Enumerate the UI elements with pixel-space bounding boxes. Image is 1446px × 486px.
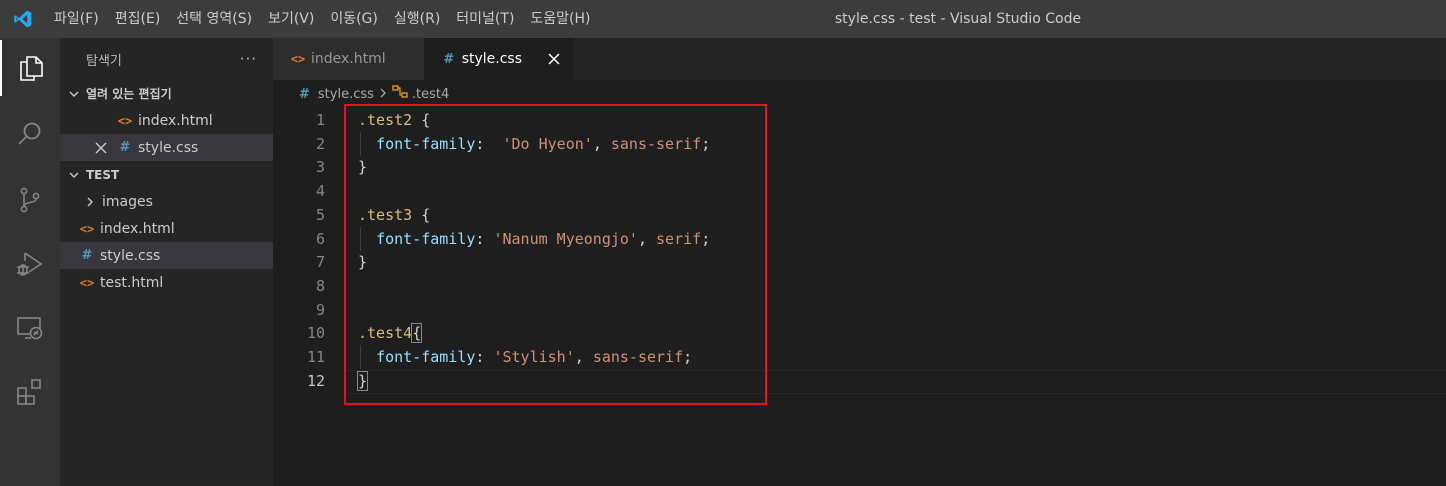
tab-label: index.html bbox=[311, 51, 386, 67]
line-number: 3 bbox=[315, 158, 325, 177]
html-file-icon: <> bbox=[79, 275, 95, 290]
highlight-box bbox=[344, 104, 767, 405]
run-debug-icon[interactable] bbox=[0, 236, 60, 292]
close-icon[interactable] bbox=[92, 142, 110, 154]
tab-index-html[interactable]: <> index.html bbox=[273, 38, 424, 80]
chevron-down-icon bbox=[66, 88, 82, 100]
line-number: 6 bbox=[315, 229, 325, 248]
tree-item-style-css[interactable]: # style.css bbox=[60, 242, 273, 269]
file-label: style.css bbox=[100, 247, 161, 264]
line-number: 7 bbox=[315, 253, 325, 272]
menu-item[interactable]: 편집(E) bbox=[107, 0, 169, 38]
line-number: 1 bbox=[315, 111, 325, 129]
symbol-class-icon bbox=[392, 85, 408, 103]
chevron-right-icon bbox=[378, 87, 388, 102]
file-label: style.css bbox=[138, 139, 199, 156]
line-number: 10 bbox=[306, 324, 325, 343]
project-label: TEST bbox=[86, 167, 120, 182]
source-control-icon[interactable] bbox=[0, 172, 60, 228]
vscode-logo-icon bbox=[0, 0, 46, 38]
html-file-icon: <> bbox=[290, 52, 306, 66]
files-icon[interactable] bbox=[0, 40, 60, 96]
explorer-header: 탐색기 ··· bbox=[60, 38, 273, 80]
file-label: index.html bbox=[138, 112, 213, 129]
line-number: 11 bbox=[306, 348, 325, 366]
html-file-icon: <> bbox=[117, 113, 133, 128]
explorer-sidebar: 탐색기 ··· 열려 있는 편집기 <> index.html # style.… bbox=[60, 38, 273, 486]
open-editors-label: 열려 있는 편집기 bbox=[86, 87, 172, 101]
menu-item[interactable]: 터미널(T) bbox=[448, 0, 522, 38]
open-editor-item-style-css[interactable]: # style.css bbox=[60, 134, 273, 161]
tree-item-images[interactable]: images bbox=[60, 188, 273, 215]
line-number: 8 bbox=[315, 276, 325, 295]
open-editor-item-index-html[interactable]: <> index.html bbox=[60, 107, 273, 134]
menu-item[interactable]: 이동(G) bbox=[322, 0, 386, 38]
menu-item[interactable]: 실행(R) bbox=[386, 0, 448, 38]
menu-bar: 파일(F) 편집(E) 선택 영역(S) 보기(V) 이동(G) 실행(R) 터미널(T) 도… bbox=[46, 0, 599, 38]
close-tab-icon[interactable] bbox=[548, 53, 560, 65]
css-file-icon: # bbox=[119, 140, 131, 155]
search-icon[interactable] bbox=[0, 106, 60, 162]
project-section[interactable]: TEST bbox=[60, 161, 273, 188]
menu-item[interactable]: 선택 영역(S) bbox=[168, 0, 260, 38]
tree-item-index-html[interactable]: <> index.html bbox=[60, 215, 273, 242]
title-bar: 파일(F) 편집(E) 선택 영역(S) 보기(V) 이동(G) 실행(R) 터미널(T) 도… bbox=[0, 0, 1446, 38]
line-number: 4 bbox=[315, 182, 325, 201]
file-label: test.html bbox=[100, 274, 164, 291]
tab-label: style.css bbox=[461, 51, 522, 67]
line-number: 2 bbox=[315, 134, 325, 153]
line-number: 12 bbox=[306, 371, 325, 390]
folder-label: images bbox=[102, 193, 153, 210]
chevron-right-icon bbox=[82, 196, 98, 208]
more-actions-icon[interactable]: ··· bbox=[240, 50, 257, 68]
css-file-icon: # bbox=[443, 51, 455, 67]
open-editors-section[interactable]: 열려 있는 편집기 bbox=[60, 80, 273, 107]
breadcrumb-symbol[interactable]: .test4 bbox=[412, 87, 449, 102]
css-file-icon: # bbox=[299, 86, 310, 102]
line-number: 5 bbox=[315, 205, 325, 224]
menu-item[interactable]: 보기(V) bbox=[260, 0, 322, 38]
menu-item[interactable]: 도움말(H) bbox=[522, 0, 598, 38]
remote-explorer-icon[interactable] bbox=[0, 300, 60, 356]
chevron-down-icon bbox=[66, 169, 82, 181]
line-number: 9 bbox=[315, 300, 325, 319]
css-file-icon: # bbox=[81, 248, 93, 263]
html-file-icon: <> bbox=[79, 221, 95, 236]
explorer-title: 탐색기 bbox=[86, 53, 122, 69]
menu-item[interactable]: 파일(F) bbox=[46, 0, 107, 38]
extensions-icon[interactable] bbox=[0, 364, 60, 420]
file-label: index.html bbox=[100, 220, 175, 237]
activity-bar bbox=[0, 38, 60, 486]
tab-style-css[interactable]: # style.css bbox=[424, 38, 574, 80]
editor-tabs: <> index.html # style.css bbox=[273, 38, 1446, 80]
breadcrumb-file[interactable]: style.css bbox=[318, 87, 374, 102]
tree-item-test-html[interactable]: <> test.html bbox=[60, 269, 273, 296]
